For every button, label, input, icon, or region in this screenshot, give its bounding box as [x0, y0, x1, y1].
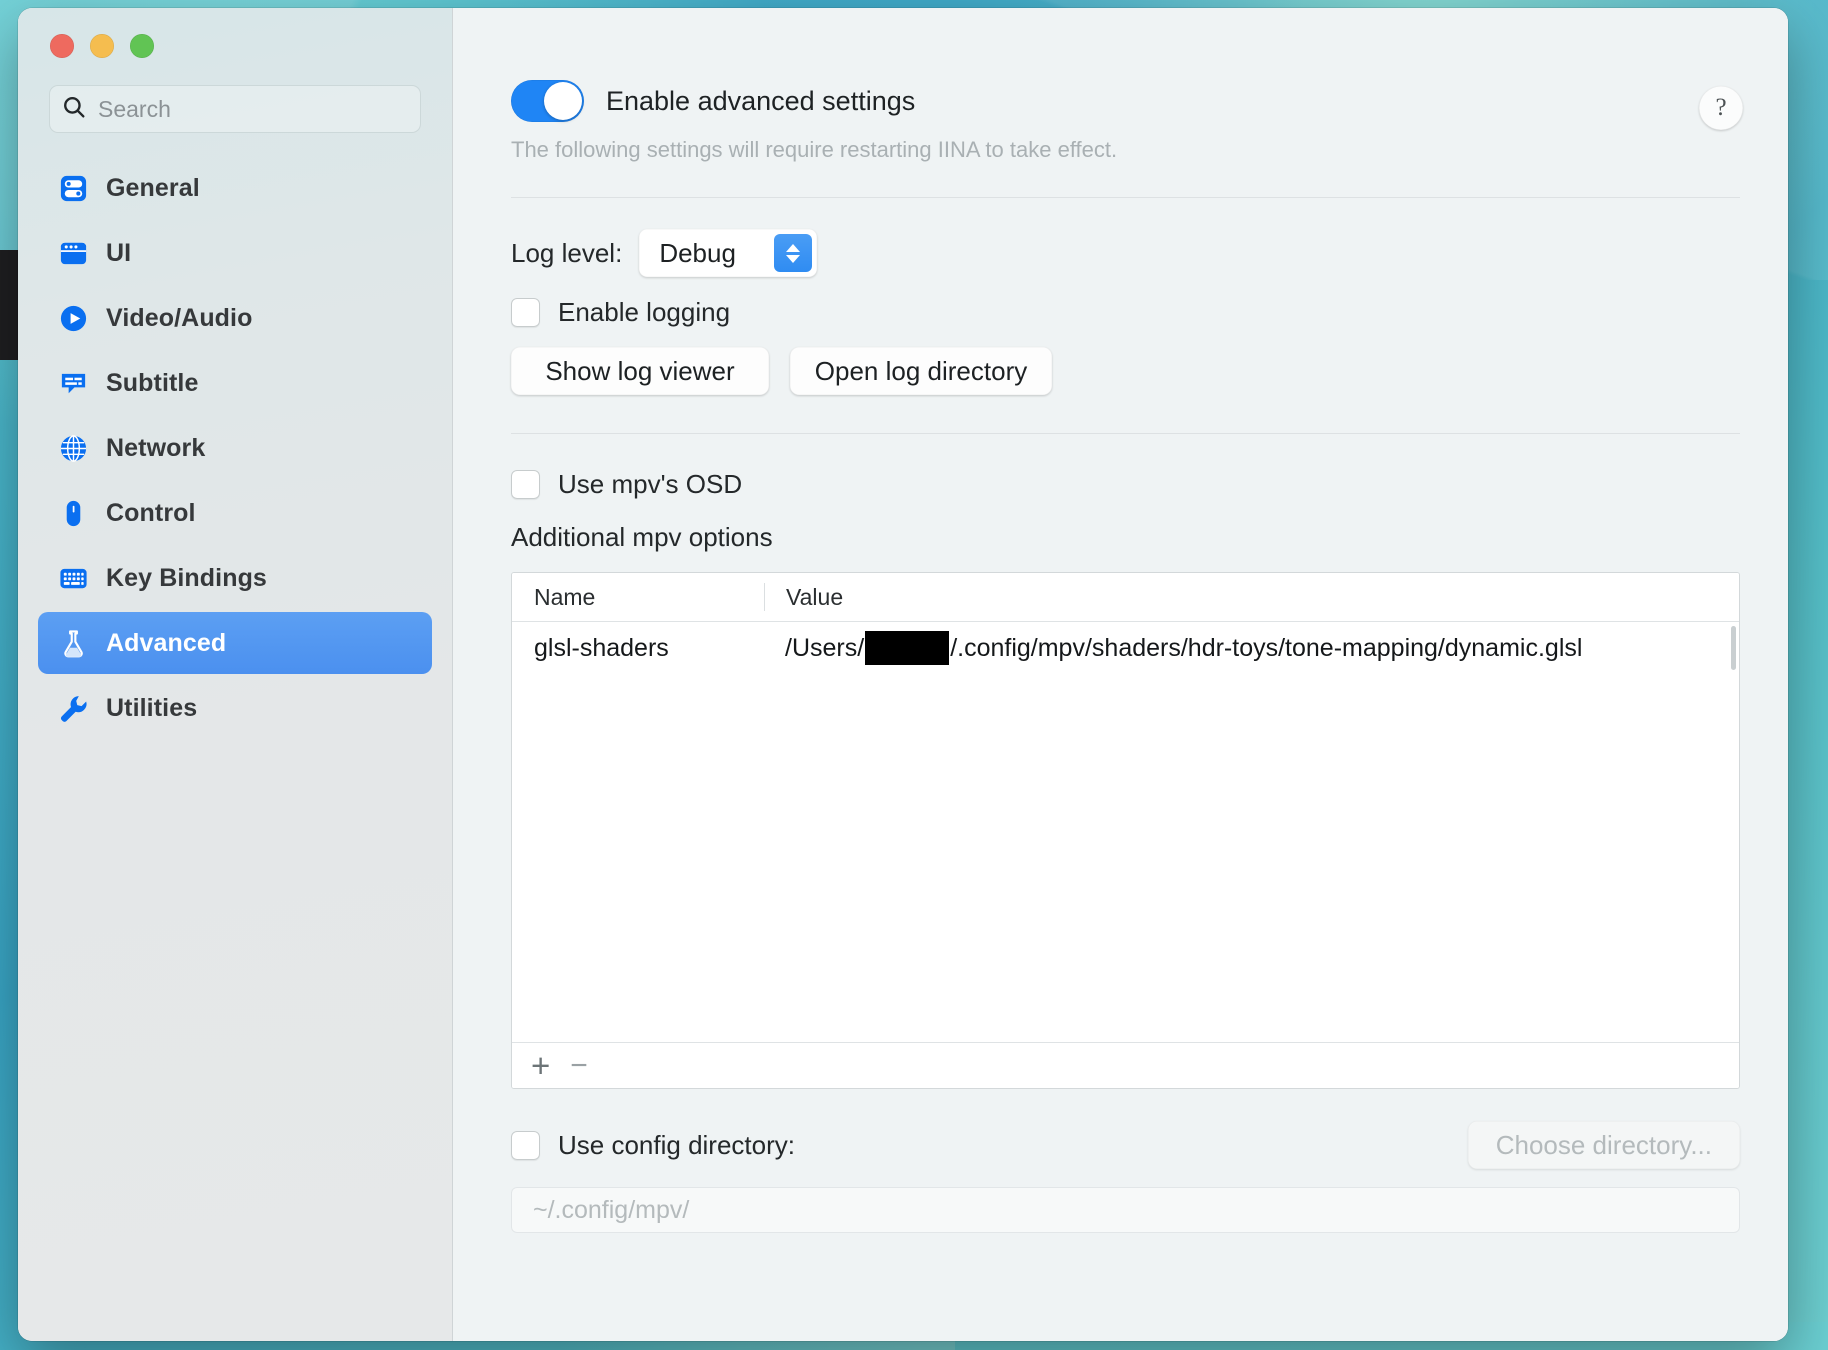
option-value-cell: /Users/ /.config/mpv/shaders/hdr-toys/ton… [764, 631, 1582, 665]
restart-note: The following settings will require rest… [511, 137, 1118, 162]
enable-logging-label: Enable logging [558, 297, 731, 327]
open-log-directory-button[interactable]: Open log directory [790, 347, 1052, 395]
sidebar-item-subtitle[interactable]: Subtitle [38, 352, 432, 414]
sidebar-item-control[interactable]: Control [38, 482, 432, 544]
minimize-button[interactable] [90, 34, 114, 58]
zoom-button[interactable] [130, 34, 154, 58]
sidebar-item-network[interactable]: Network [38, 417, 432, 479]
additional-mpv-options-title: Additional mpv options [511, 522, 773, 552]
window-icon [58, 238, 89, 269]
wrench-icon [58, 693, 89, 724]
sidebar-item-key-bindings[interactable]: Key Bindings [38, 547, 432, 609]
table-row[interactable]: glsl-shaders /Users/ /.config/mpv/shaders… [512, 622, 1739, 674]
divider-middle [511, 433, 1740, 434]
sidebar-nav: General UI Video/Audio Subtitle Network … [18, 157, 452, 739]
sidebar-item-label: Video/Audio [106, 303, 253, 332]
log-level-value: Debug [659, 237, 736, 268]
sliders-icon [58, 173, 89, 204]
sidebar: General UI [18, 8, 453, 1341]
toggle-knob [544, 82, 582, 120]
log-level-select[interactable]: Debug [639, 229, 818, 277]
preferences-content-pane: ? Enable advanced settings The following… [453, 8, 1788, 1341]
use-config-directory-checkbox[interactable] [511, 1130, 540, 1160]
subtitle-icon [58, 368, 89, 399]
enable-advanced-settings-row: Enable advanced settings [511, 80, 1740, 122]
sidebar-item-label: Utilities [106, 693, 198, 722]
mouse-icon [58, 498, 89, 529]
option-name-cell: glsl-shaders [534, 633, 669, 662]
enable-advanced-settings-toggle[interactable] [511, 80, 584, 122]
use-config-directory-label: Use config directory: [558, 1129, 795, 1160]
table-footer: + − [512, 1042, 1739, 1088]
config-directory-path-field[interactable]: ~/.config/mpv/ [511, 1187, 1740, 1233]
sidebar-item-label: UI [106, 238, 132, 267]
value-suffix: /.config/mpv/shaders/hdr-toys/tone-mappi… [950, 633, 1583, 662]
globe-icon [58, 433, 89, 464]
sidebar-item-label: Key Bindings [106, 563, 267, 592]
sidebar-item-utilities[interactable]: Utilities [38, 677, 432, 739]
divider-top [511, 197, 1740, 198]
sidebar-item-ui[interactable]: UI [38, 222, 432, 284]
iina-preferences-window: General UI [18, 8, 1788, 1341]
add-option-button[interactable]: + [531, 1049, 550, 1082]
enable-logging-row[interactable]: Enable logging [511, 297, 1740, 328]
help-button[interactable]: ? [1699, 86, 1743, 130]
sidebar-item-label: Control [106, 498, 196, 527]
search-field[interactable] [49, 85, 421, 133]
sidebar-item-label: General [106, 173, 200, 202]
close-button[interactable] [50, 34, 74, 58]
remove-option-button[interactable]: − [570, 1050, 588, 1081]
search-input[interactable] [98, 95, 409, 123]
config-directory-checkbox-group[interactable]: Use config directory: [511, 1130, 795, 1161]
use-mpv-osd-row[interactable]: Use mpv's OSD [511, 469, 1740, 500]
sidebar-item-label: Subtitle [106, 368, 199, 397]
window-controls [18, 8, 452, 58]
show-log-viewer-button[interactable]: Show log viewer [511, 347, 769, 395]
mpv-options-table: Name Value glsl-shaders /Users/ /.config/… [511, 572, 1740, 1089]
log-level-label: Log level: [511, 237, 623, 268]
column-header-value[interactable]: Value [765, 584, 843, 611]
search-icon [61, 94, 87, 125]
desktop-background: General UI [0, 0, 1828, 1350]
redacted-username [865, 631, 950, 665]
log-level-row: Log level: Debug [511, 229, 1740, 277]
flask-icon [58, 628, 89, 659]
table-body: glsl-shaders /Users/ /.config/mpv/shaders… [512, 622, 1739, 1042]
enable-advanced-settings-label: Enable advanced settings [606, 85, 916, 116]
config-directory-row: Use config directory: Choose directory..… [511, 1121, 1740, 1169]
use-mpv-osd-checkbox[interactable] [511, 470, 540, 499]
sidebar-item-label: Advanced [106, 628, 227, 657]
value-prefix: /Users/ [785, 633, 865, 662]
sidebar-item-video-audio[interactable]: Video/Audio [38, 287, 432, 349]
use-mpv-osd-label: Use mpv's OSD [558, 469, 743, 499]
log-buttons-row: Show log viewer Open log directory [511, 347, 1740, 395]
column-header-name[interactable]: Name [512, 584, 764, 611]
choose-directory-button[interactable]: Choose directory... [1467, 1121, 1740, 1169]
sidebar-item-advanced[interactable]: Advanced [38, 612, 432, 674]
chevron-updown-icon [774, 234, 813, 272]
play-circle-icon [58, 303, 89, 334]
sidebar-item-general[interactable]: General [38, 157, 432, 219]
enable-logging-checkbox[interactable] [511, 298, 540, 327]
table-header: Name Value [512, 573, 1739, 622]
table-scrollbar[interactable] [1731, 626, 1736, 670]
keyboard-icon [58, 563, 89, 594]
sidebar-item-label: Network [106, 433, 206, 462]
